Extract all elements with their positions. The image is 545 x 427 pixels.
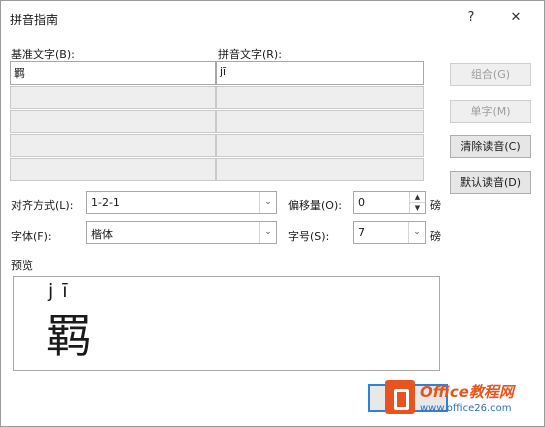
default-reading-button[interactable]: 默认读音(D) [450,171,531,194]
chevron-down-icon: ⌄ [408,222,425,243]
base-text-field-1[interactable]: 羁 [10,61,216,85]
size-label: 字号(S): [288,230,330,243]
preview-box: jī 羁 [13,276,440,371]
close-icon[interactable]: ✕ [503,6,529,30]
watermark-url: www.office26.com [420,403,512,414]
font-value: 楷体 [91,228,113,241]
size-value: 7 [358,226,365,239]
ruby-text-value: jī [220,65,227,78]
ruby-text-label: 拼音文字(R): [218,48,282,61]
base-text-value: 羁 [14,67,25,80]
offset-unit: 磅 [430,199,441,212]
dialog-title: 拼音指南 [10,13,59,27]
preview-character: 羁 [46,309,92,363]
offset-spinner[interactable]: 0 ▲ ▼ [353,191,426,214]
ruby-text-field-2[interactable] [216,86,424,109]
ruby-text-field-4[interactable] [216,134,424,157]
single-char-button[interactable]: 单字(M) [450,100,531,123]
preview-label: 预览 [11,259,33,272]
chevron-down-icon: ⌄ [259,192,276,213]
office-logo-icon [385,380,415,414]
base-text-field-2[interactable] [10,86,216,109]
ruby-text-field-5[interactable] [216,158,424,181]
ruby-text-field-3[interactable] [216,110,424,133]
clear-reading-button[interactable]: 清除读音(C) [450,135,531,158]
font-dropdown[interactable]: 楷体 ⌄ [86,221,277,244]
group-button[interactable]: 组合(G) [450,63,531,86]
watermark-brand: Office教程网 [420,383,514,401]
offset-value: 0 [358,196,365,209]
ruby-text-field-1[interactable]: jī [216,61,424,85]
base-text-field-4[interactable] [10,134,216,157]
base-text-field-5[interactable] [10,158,216,181]
spin-up-icon[interactable]: ▲ [410,192,425,203]
help-button[interactable]: ? [458,6,484,30]
size-dropdown[interactable]: 7 ⌄ [353,221,426,244]
watermark: Office教程网 www.office26.com [385,378,545,427]
font-label: 字体(F): [11,230,52,243]
preview-pinyin: jī [48,280,77,302]
spinner-arrows-icon[interactable]: ▲ ▼ [409,192,425,213]
offset-label: 偏移量(O): [288,199,342,212]
chevron-down-icon: ⌄ [259,222,276,243]
base-text-field-3[interactable] [10,110,216,133]
alignment-value: 1-2-1 [91,196,120,209]
alignment-dropdown[interactable]: 1-2-1 ⌄ [86,191,277,214]
base-text-label: 基准文字(B): [11,48,75,61]
alignment-label: 对齐方式(L): [11,199,74,212]
size-unit: 磅 [430,230,441,243]
spin-down-icon[interactable]: ▼ [410,203,425,213]
